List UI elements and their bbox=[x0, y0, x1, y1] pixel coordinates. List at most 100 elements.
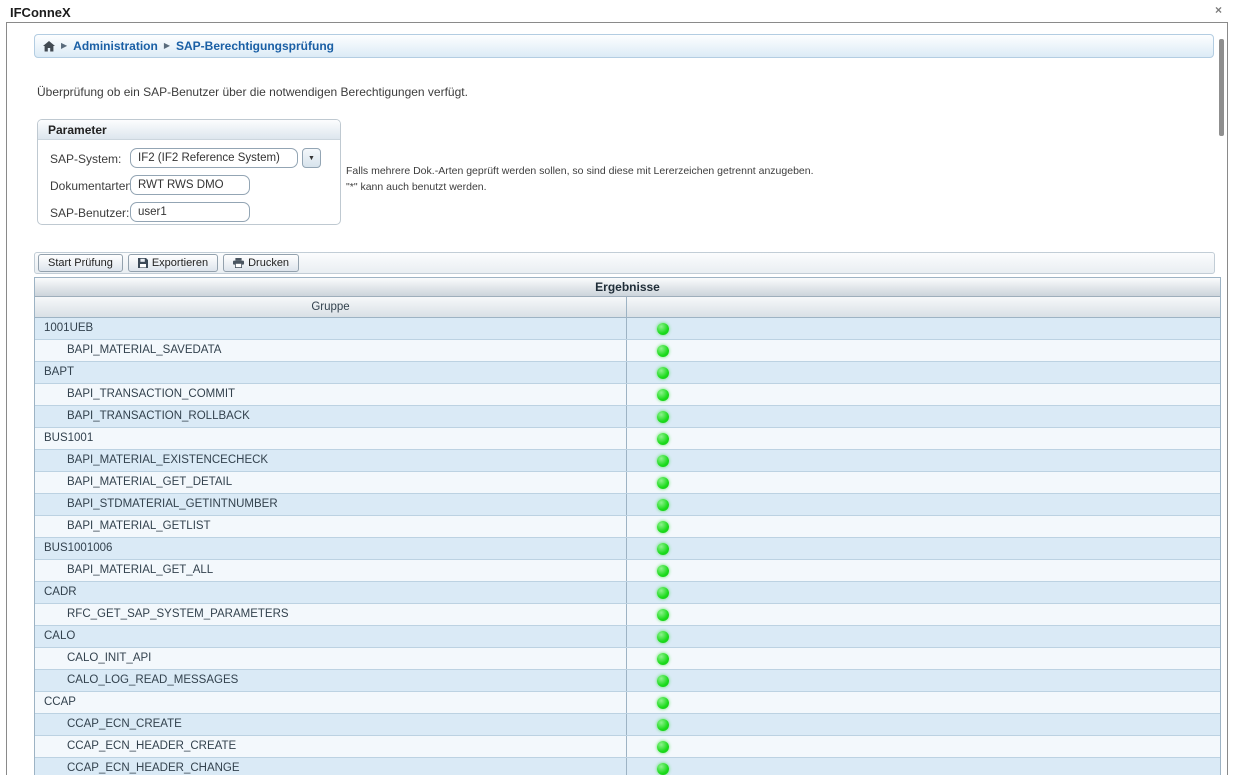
row-status-cell bbox=[627, 450, 1220, 471]
row-status-cell bbox=[627, 670, 1220, 691]
row-status-cell bbox=[627, 604, 1220, 625]
row-label: CCAP_ECN_CREATE bbox=[35, 714, 627, 735]
status-ok-icon bbox=[657, 609, 669, 621]
sap-system-dropdown-button[interactable]: ▼ bbox=[302, 148, 321, 168]
status-ok-icon bbox=[657, 389, 669, 401]
field-row-sap-system: SAP-System: IF2 (IF2 Reference System) ▼ bbox=[38, 148, 340, 170]
row-label: CCAP_ECN_HEADER_CREATE bbox=[35, 736, 627, 757]
row-label: CALO_INIT_API bbox=[35, 648, 627, 669]
row-status-cell bbox=[627, 714, 1220, 735]
row-status-cell bbox=[627, 692, 1220, 713]
table-row[interactable]: RFC_GET_SAP_SYSTEM_PARAMETERS bbox=[35, 604, 1220, 626]
table-row[interactable]: CADR bbox=[35, 582, 1220, 604]
toolbar: Start Prüfung Exportieren Drucken bbox=[34, 252, 1215, 274]
status-ok-icon bbox=[657, 763, 669, 775]
row-label: BAPI_TRANSACTION_COMMIT bbox=[35, 384, 627, 405]
field-row-sap-benutzer: SAP-Benutzer: bbox=[38, 202, 340, 224]
drucken-label: Drucken bbox=[248, 257, 289, 269]
hint-line-2: "*" kann auch benutzt werden. bbox=[346, 179, 814, 195]
sap-system-select[interactable]: IF2 (IF2 Reference System) bbox=[130, 148, 298, 168]
row-status-cell bbox=[627, 384, 1220, 405]
row-label: BAPI_STDMATERIAL_GETINTNUMBER bbox=[35, 494, 627, 515]
table-row[interactable]: BAPI_TRANSACTION_ROLLBACK bbox=[35, 406, 1220, 428]
dokumentarten-input[interactable] bbox=[130, 175, 250, 195]
table-row[interactable]: BUS1001 bbox=[35, 428, 1220, 450]
row-label: RFC_GET_SAP_SYSTEM_PARAMETERS bbox=[35, 604, 627, 625]
parameter-panel-title: Parameter bbox=[38, 120, 340, 140]
row-label: 1001UEB bbox=[35, 318, 627, 339]
breadcrumb-item[interactable]: SAP-Berechtigungsprüfung bbox=[176, 39, 334, 53]
row-status-cell bbox=[627, 560, 1220, 581]
row-label: BAPI_MATERIAL_GET_ALL bbox=[35, 560, 627, 581]
status-ok-icon bbox=[657, 719, 669, 731]
save-icon bbox=[138, 258, 148, 268]
breadcrumb-item[interactable]: Administration bbox=[73, 39, 158, 53]
table-row[interactable]: CCAP bbox=[35, 692, 1220, 714]
table-row[interactable]: BAPI_STDMATERIAL_GETINTNUMBER bbox=[35, 494, 1220, 516]
row-label: BUS1001006 bbox=[35, 538, 627, 559]
status-ok-icon bbox=[657, 477, 669, 489]
parameter-panel: Parameter SAP-System: IF2 (IF2 Reference… bbox=[37, 119, 341, 225]
table-row[interactable]: CCAP_ECN_HEADER_CHANGE bbox=[35, 758, 1220, 775]
table-row[interactable]: CCAP_ECN_HEADER_CREATE bbox=[35, 736, 1220, 758]
row-status-cell bbox=[627, 472, 1220, 493]
exportieren-button[interactable]: Exportieren bbox=[128, 254, 218, 272]
close-icon[interactable]: × bbox=[1215, 3, 1222, 17]
status-ok-icon bbox=[657, 675, 669, 687]
table-row[interactable]: BAPI_MATERIAL_SAVEDATA bbox=[35, 340, 1220, 362]
home-icon[interactable] bbox=[43, 41, 55, 52]
results-body: 1001UEBBAPI_MATERIAL_SAVEDATABAPTBAPI_TR… bbox=[35, 318, 1220, 775]
row-status-cell bbox=[627, 406, 1220, 427]
table-row[interactable]: CALO_LOG_READ_MESSAGES bbox=[35, 670, 1220, 692]
page: IFConneX × ▶Administration▶SAP-Berechtig… bbox=[0, 0, 1233, 775]
row-label: BAPI_MATERIAL_EXISTENCECHECK bbox=[35, 450, 627, 471]
status-ok-icon bbox=[657, 433, 669, 445]
intro-text: Überprüfung ob ein SAP-Benutzer über die… bbox=[37, 85, 468, 99]
hint-line-1: Falls mehrere Dok.-Arten geprüft werden … bbox=[346, 163, 814, 179]
status-ok-icon bbox=[657, 345, 669, 357]
exportieren-label: Exportieren bbox=[152, 257, 208, 269]
status-ok-icon bbox=[657, 587, 669, 599]
table-row[interactable]: CCAP_ECN_CREATE bbox=[35, 714, 1220, 736]
table-row[interactable]: BAPT bbox=[35, 362, 1220, 384]
status-ok-icon bbox=[657, 565, 669, 577]
breadcrumb-items: ▶Administration▶SAP-Berechtigungsprüfung bbox=[61, 39, 334, 53]
row-label: BAPI_MATERIAL_SAVEDATA bbox=[35, 340, 627, 361]
sap-benutzer-input[interactable] bbox=[130, 202, 250, 222]
gruppe-column-header[interactable]: Gruppe bbox=[35, 297, 627, 317]
row-status-cell bbox=[627, 582, 1220, 603]
status-ok-icon bbox=[657, 323, 669, 335]
table-row[interactable]: BAPI_MATERIAL_EXISTENCECHECK bbox=[35, 450, 1220, 472]
table-row[interactable]: CALO_INIT_API bbox=[35, 648, 1220, 670]
dokumentarten-label: Dokumentarten: bbox=[50, 179, 135, 193]
row-label: CADR bbox=[35, 582, 627, 603]
status-ok-icon bbox=[657, 653, 669, 665]
status-column-header bbox=[627, 297, 1220, 317]
table-row[interactable]: BUS1001006 bbox=[35, 538, 1220, 560]
table-row[interactable]: 1001UEB bbox=[35, 318, 1220, 340]
results-title: Ergebnisse bbox=[35, 278, 1220, 297]
status-ok-icon bbox=[657, 697, 669, 709]
status-ok-icon bbox=[657, 543, 669, 555]
row-label: CCAP_ECN_HEADER_CHANGE bbox=[35, 758, 627, 775]
row-status-cell bbox=[627, 516, 1220, 537]
row-status-cell bbox=[627, 428, 1220, 449]
status-ok-icon bbox=[657, 741, 669, 753]
drucken-button[interactable]: Drucken bbox=[223, 254, 299, 272]
results-table: Ergebnisse Gruppe 1001UEBBAPI_MATERIAL_S… bbox=[34, 277, 1221, 775]
hint-text: Falls mehrere Dok.-Arten geprüft werden … bbox=[346, 163, 814, 195]
table-row[interactable]: BAPI_TRANSACTION_COMMIT bbox=[35, 384, 1220, 406]
row-label: BAPI_MATERIAL_GET_DETAIL bbox=[35, 472, 627, 493]
app-title: IFConneX bbox=[10, 5, 71, 20]
table-row[interactable]: CALO bbox=[35, 626, 1220, 648]
scrollbar-thumb[interactable] bbox=[1219, 39, 1224, 136]
table-row[interactable]: BAPI_MATERIAL_GET_ALL bbox=[35, 560, 1220, 582]
table-row[interactable]: BAPI_MATERIAL_GET_DETAIL bbox=[35, 472, 1220, 494]
row-label: BAPI_TRANSACTION_ROLLBACK bbox=[35, 406, 627, 427]
status-ok-icon bbox=[657, 367, 669, 379]
start-pruefung-label: Start Prüfung bbox=[48, 257, 113, 269]
row-label: BAPI_MATERIAL_GETLIST bbox=[35, 516, 627, 537]
row-label: CALO bbox=[35, 626, 627, 647]
table-row[interactable]: BAPI_MATERIAL_GETLIST bbox=[35, 516, 1220, 538]
start-pruefung-button[interactable]: Start Prüfung bbox=[38, 254, 123, 272]
